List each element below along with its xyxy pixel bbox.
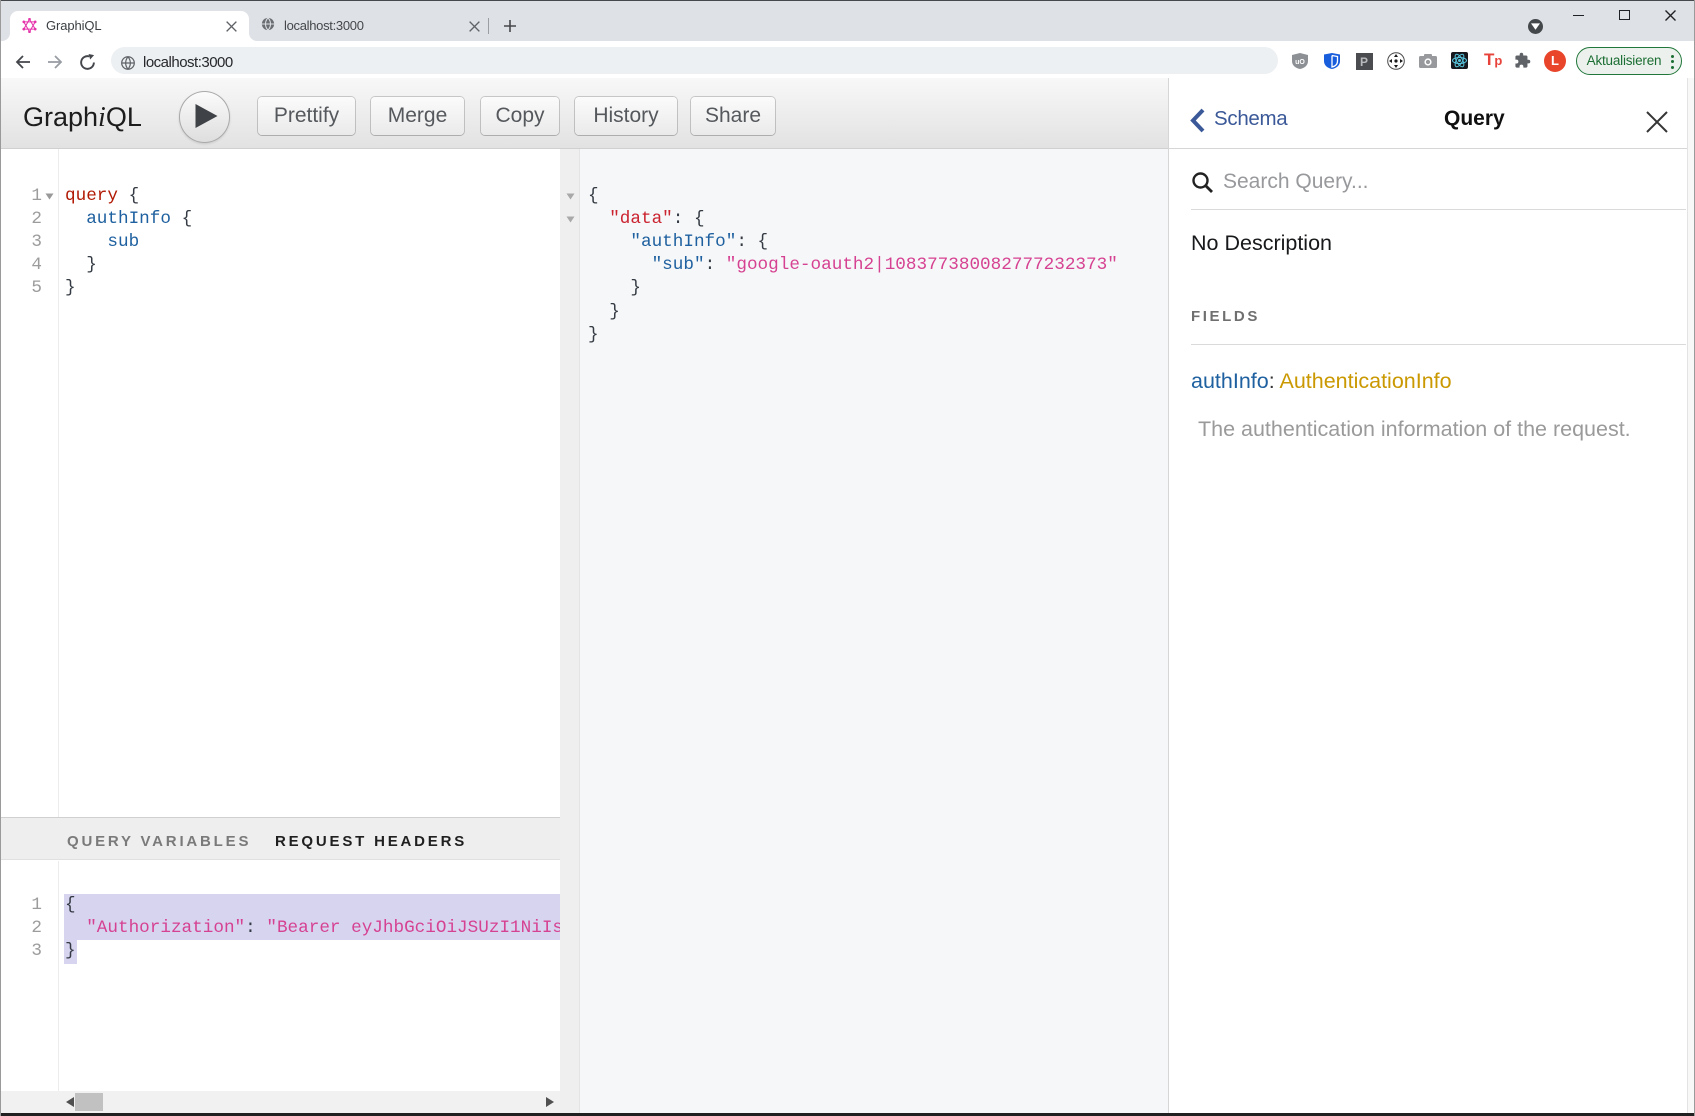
svg-text:uO: uO	[1295, 59, 1305, 66]
